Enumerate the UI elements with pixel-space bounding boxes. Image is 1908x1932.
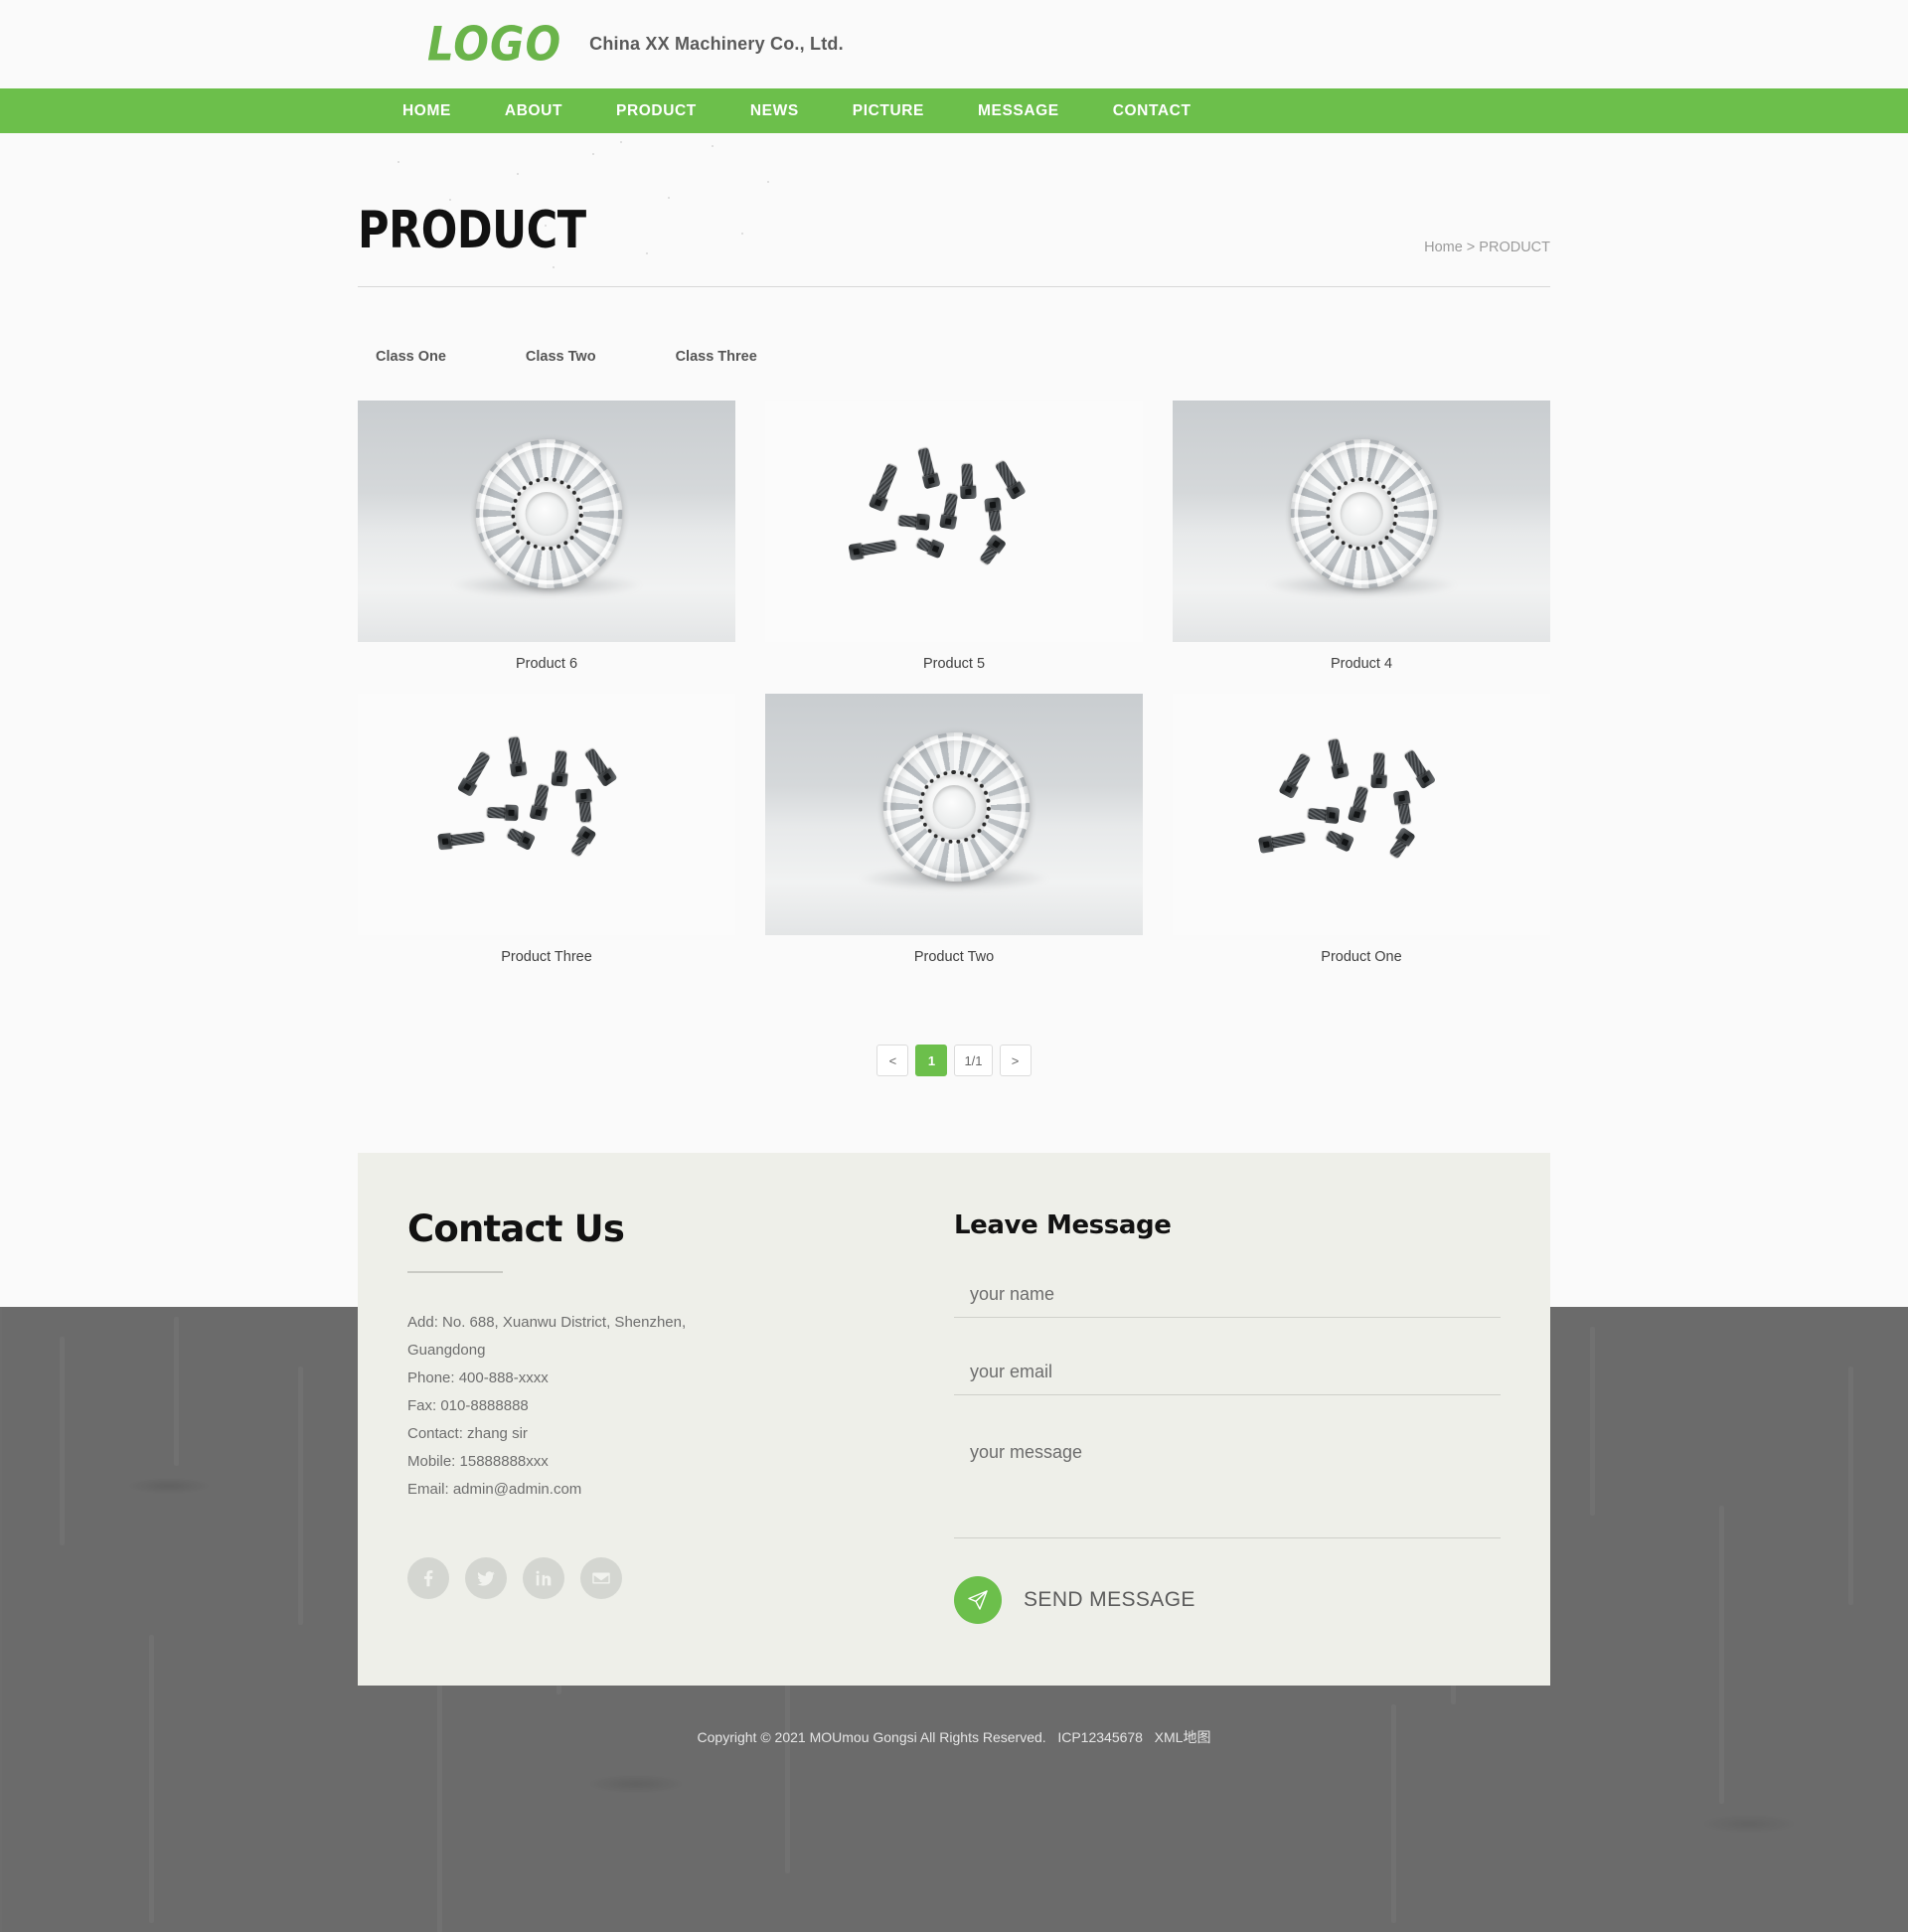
product-title[interactable]: Product Two	[765, 935, 1143, 965]
name-input[interactable]	[954, 1274, 1501, 1317]
contact-phone: Phone: 400-888-xxxx	[407, 1365, 706, 1392]
category-tab-class-three[interactable]: Class Three	[676, 343, 785, 371]
contact-address: Add: No. 688, Xuanwu District, Shenzhen,…	[407, 1309, 706, 1365]
contact-info-column: Contact Us Add: No. 688, Xuanwu District…	[407, 1210, 924, 1624]
product-image[interactable]	[358, 694, 735, 935]
category-tab-class-two[interactable]: Class Two	[526, 343, 624, 371]
footer-text: Copyright © 2021 MOUmou Gongsi All Right…	[0, 1727, 1908, 1747]
nav-item-home[interactable]: HOME	[376, 88, 478, 133]
footer-icp-link[interactable]: ICP12345678	[1057, 1729, 1143, 1745]
screws-artwork	[765, 401, 1143, 642]
product-card: Product 4	[1173, 401, 1550, 672]
send-message-button[interactable]: SEND MESSAGE	[954, 1576, 1195, 1624]
page-content: PRODUCT Home > PRODUCT Class One Class T…	[358, 133, 1550, 1076]
breadcrumb[interactable]: Home > PRODUCT	[1424, 240, 1550, 255]
contact-person: Contact: zhang sir	[407, 1420, 706, 1448]
message-textarea[interactable]	[954, 1429, 1501, 1532]
product-title[interactable]: Product Three	[358, 935, 735, 965]
product-card: Product Three	[358, 694, 735, 965]
impeller-artwork	[765, 694, 1143, 935]
logo-icon[interactable]: LOGO	[427, 21, 561, 68]
product-card: Product Two	[765, 694, 1143, 965]
facebook-icon[interactable]	[407, 1557, 449, 1599]
product-card: Product 6	[358, 401, 735, 672]
email-icon[interactable]	[580, 1557, 622, 1599]
nav-item-picture[interactable]: PICTURE	[826, 88, 951, 133]
header-inner: LOGO China XX Machinery Co., Ltd.	[358, 24, 1550, 66]
impeller-artwork	[358, 401, 735, 642]
contact-details: Add: No. 688, Xuanwu District, Shenzhen,…	[407, 1309, 706, 1504]
form-title: Leave Message	[954, 1210, 1501, 1240]
product-card: Product 5	[765, 401, 1143, 672]
contact-fax: Fax: 010-8888888	[407, 1392, 706, 1420]
product-image[interactable]	[358, 401, 735, 642]
nav-item-news[interactable]: NEWS	[723, 88, 826, 133]
send-message-label: SEND MESSAGE	[1024, 1588, 1195, 1612]
impeller-artwork	[1173, 401, 1550, 642]
linkedin-icon[interactable]	[523, 1557, 564, 1599]
product-image[interactable]	[765, 401, 1143, 642]
email-field-wrapper	[954, 1352, 1501, 1395]
footer-sitemap-link[interactable]: XML地图	[1155, 1729, 1211, 1745]
pagination-prev-button[interactable]: <	[876, 1045, 908, 1076]
product-title[interactable]: Product 4	[1173, 642, 1550, 672]
leave-message-column: Leave Message SEND MESSAGE	[924, 1210, 1501, 1624]
contact-panel: Contact Us Add: No. 688, Xuanwu District…	[358, 1153, 1550, 1686]
footer-copyright: Copyright © 2021 MOUmou Gongsi All Right…	[698, 1729, 1046, 1745]
screws-artwork	[1173, 694, 1550, 935]
contact-mobile: Mobile: 15888888xxx	[407, 1448, 706, 1476]
pagination-counter: 1/1	[954, 1045, 992, 1076]
pagination: < 1 1/1 >	[358, 987, 1550, 1076]
twitter-icon[interactable]	[465, 1557, 507, 1599]
main-navigation: HOME ABOUT PRODUCT NEWS PICTURE MESSAGE …	[0, 88, 1908, 133]
nav-item-contact[interactable]: CONTACT	[1086, 88, 1218, 133]
pagination-next-button[interactable]: >	[1000, 1045, 1032, 1076]
paper-plane-icon	[954, 1576, 1002, 1624]
nav-item-message[interactable]: MESSAGE	[951, 88, 1086, 133]
screws-artwork	[358, 694, 735, 935]
product-title[interactable]: Product One	[1173, 935, 1550, 965]
product-title[interactable]: Product 6	[358, 642, 735, 672]
product-image[interactable]	[1173, 401, 1550, 642]
company-name: China XX Machinery Co., Ltd.	[589, 34, 844, 55]
site-header: LOGO China XX Machinery Co., Ltd.	[0, 0, 1908, 88]
product-image[interactable]	[765, 694, 1143, 935]
nav-list: HOME ABOUT PRODUCT NEWS PICTURE MESSAGE …	[358, 88, 1550, 133]
title-divider	[407, 1271, 503, 1273]
category-tabs: Class One Class Two Class Three	[358, 287, 1550, 371]
social-links	[407, 1557, 924, 1599]
product-title[interactable]: Product 5	[765, 642, 1143, 672]
category-tab-class-one[interactable]: Class One	[376, 343, 474, 371]
pagination-page-1-button[interactable]: 1	[915, 1045, 947, 1076]
message-field-wrapper	[954, 1429, 1501, 1538]
contact-email: Email: admin@admin.com	[407, 1476, 706, 1504]
nav-item-about[interactable]: ABOUT	[478, 88, 589, 133]
site-footer: Copyright © 2021 MOUmou Gongsi All Right…	[0, 1686, 1908, 1787]
page-header: PRODUCT Home > PRODUCT	[358, 133, 1550, 287]
contact-title: Contact Us	[407, 1210, 924, 1249]
nav-item-product[interactable]: PRODUCT	[589, 88, 723, 133]
product-card: Product One	[1173, 694, 1550, 965]
product-grid: Product 6 Product 5	[358, 371, 1550, 987]
name-field-wrapper	[954, 1274, 1501, 1318]
page-title: PRODUCT	[358, 205, 1455, 256]
email-input[interactable]	[954, 1352, 1501, 1394]
product-image[interactable]	[1173, 694, 1550, 935]
